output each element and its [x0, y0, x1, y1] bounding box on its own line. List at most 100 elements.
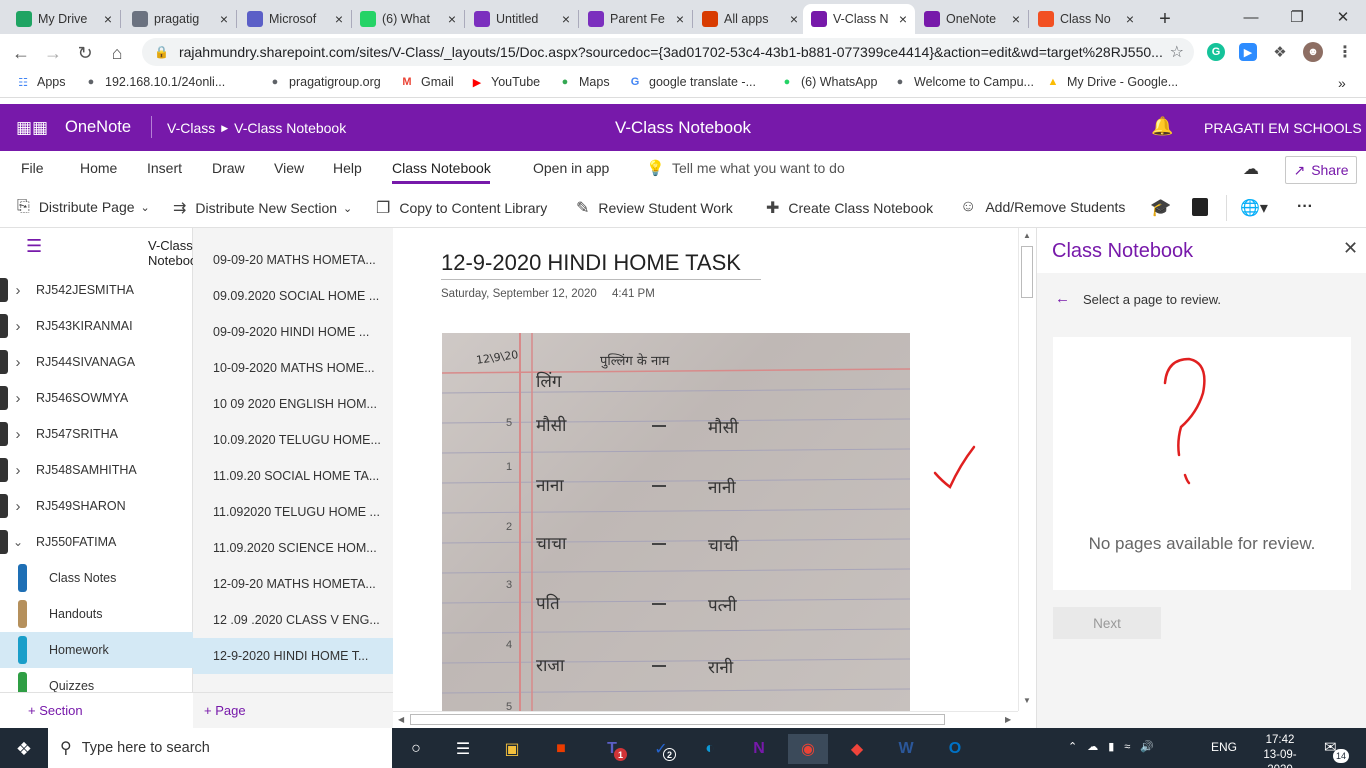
browser-tab-7[interactable]: All apps ×: [694, 4, 806, 34]
ribbon-tab-view[interactable]: View: [274, 160, 304, 176]
close-window-button[interactable]: ✕: [1320, 0, 1366, 34]
page-canvas[interactable]: 12-9-2020 HINDI HOME TASK Saturday, Sept…: [393, 228, 1036, 728]
command-distribute-new-section[interactable]: ⇉ Distribute New Section ⌄: [173, 198, 352, 218]
anydesk-icon[interactable]: ◆: [837, 734, 877, 764]
page-item[interactable]: 09-09-2020 HINDI HOME ...: [193, 314, 393, 350]
student-group-rj548samhitha[interactable]: › RJ548SAMHITHA: [0, 452, 193, 488]
bookmark-9[interactable]: ● Welcome to Campu...: [893, 75, 1034, 89]
browser-tab-4[interactable]: (6) What ×: [352, 4, 464, 34]
student-group-rj549sharon[interactable]: › RJ549SHARON: [0, 488, 193, 524]
chevron-up-icon[interactable]: ⌃: [1068, 740, 1077, 753]
student-group-rj550fatima[interactable]: ⌄ RJ550FATIMA: [0, 524, 193, 560]
add-section-button[interactable]: + Section: [28, 703, 83, 718]
close-tab-icon[interactable]: ×: [448, 11, 456, 27]
bookmark-5[interactable]: ▶ YouTube: [470, 75, 540, 89]
more-options-button[interactable]: ···: [1297, 198, 1313, 216]
sync-icon[interactable]: ☁: [1243, 159, 1259, 179]
ribbon-tab-file[interactable]: File: [21, 160, 44, 176]
ribbon-tab-help[interactable]: Help: [333, 160, 362, 176]
cortana-icon[interactable]: ○: [396, 734, 436, 764]
breadcrumb-item-site[interactable]: V-Class: [167, 120, 215, 136]
star-icon[interactable]: ☆: [1170, 42, 1184, 62]
bookmark-2[interactable]: ● 192.168.10.1/24onli...: [84, 75, 226, 89]
chrome-icon[interactable]: ◉: [788, 734, 828, 764]
breadcrumb-item-notebook[interactable]: V-Class Notebook: [234, 120, 346, 136]
student-group-rj546sowmya[interactable]: › RJ546SOWMYA: [0, 380, 193, 416]
forward-button[interactable]: →: [40, 40, 66, 66]
ribbon-tab-draw[interactable]: Draw: [212, 160, 245, 176]
vertical-scrollbar[interactable]: ▲ ▼: [1018, 228, 1035, 711]
student-group-rj544sivanaga[interactable]: › RJ544SIVANAGA: [0, 344, 193, 380]
new-tab-button[interactable]: +: [1150, 4, 1180, 34]
todo-icon[interactable]: ✓ 2: [641, 734, 681, 764]
windows-start-icon[interactable]: ❖: [4, 734, 44, 764]
page-item[interactable]: 11.092020 TELUGU HOME ...: [193, 494, 393, 530]
browser-tab-3[interactable]: Microsof ×: [239, 4, 351, 34]
bookmark-1[interactable]: ☷ Apps: [16, 75, 65, 89]
teacher-cap-icon[interactable]: 🎓: [1150, 198, 1171, 218]
profile-avatar[interactable]: ☻: [1303, 42, 1323, 62]
hamburger-menu-icon[interactable]: ☰: [26, 236, 42, 257]
browser-tab-9[interactable]: OneNote ×: [916, 4, 1028, 34]
bell-icon[interactable]: 🔔: [1151, 116, 1173, 137]
bookmark-4[interactable]: M Gmail: [400, 75, 453, 89]
grammarly-icon[interactable]: G: [1207, 43, 1225, 61]
bookmark-8[interactable]: ● (6) WhatsApp: [780, 75, 878, 89]
ribbon-tab-open-in-app[interactable]: Open in app: [533, 160, 609, 176]
browser-tab-1[interactable]: My Drive ×: [8, 4, 120, 34]
command-create-class-notebook[interactable]: ✚ Create Class Notebook: [766, 198, 933, 218]
page-item[interactable]: 10.09.2020 TELUGU HOME...: [193, 422, 393, 458]
student-group-rj543kiranmai[interactable]: › RJ543KIRANMAI: [0, 308, 193, 344]
close-panel-icon[interactable]: ✕: [1343, 238, 1358, 259]
browser-tab-10[interactable]: Class No ×: [1030, 4, 1142, 34]
page-item[interactable]: 11.09.20 SOCIAL HOME TA...: [193, 458, 393, 494]
browser-menu-icon[interactable]: ⋮: [1336, 43, 1354, 61]
globe-dropdown-icon[interactable]: 🌐▾: [1240, 198, 1268, 218]
outlook-icon[interactable]: O: [935, 734, 975, 764]
page-item[interactable]: 12-09-20 MATHS HOMETA...: [193, 566, 393, 602]
add-page-button[interactable]: + Page: [204, 703, 246, 718]
section-handouts[interactable]: Handouts: [0, 596, 193, 632]
page-item[interactable]: 10-09-2020 MATHS HOME...: [193, 350, 393, 386]
command-copy-to-content-library[interactable]: ❐ Copy to Content Library: [376, 198, 547, 218]
bookmark-3[interactable]: ● pragatigroup.org: [268, 75, 381, 89]
back-arrow-icon[interactable]: ←: [1055, 290, 1070, 307]
clock[interactable]: 17:42 13-09-2020: [1255, 733, 1305, 768]
restore-button[interactable]: ❐: [1274, 0, 1320, 34]
home-button[interactable]: ⌂: [104, 40, 130, 66]
browser-tab-6[interactable]: Parent Fe ×: [580, 4, 692, 34]
address-bar[interactable]: 🔒 rajahmundry.sharepoint.com/sites/V-Cla…: [142, 38, 1194, 66]
browser-tab-2[interactable]: pragatig ×: [124, 4, 236, 34]
extensions-icon[interactable]: ❖: [1271, 43, 1289, 61]
page-title[interactable]: 12-9-2020 HINDI HOME TASK: [441, 250, 761, 280]
wifi-icon[interactable]: ≈: [1124, 741, 1130, 753]
page-item[interactable]: 10 09 2020 ENGLISH HOM...: [193, 386, 393, 422]
page-item[interactable]: 11.09.2020 SCIENCE HOM...: [193, 530, 393, 566]
reload-button[interactable]: ↻: [72, 40, 98, 66]
next-button[interactable]: Next: [1053, 607, 1161, 639]
bookmark-6[interactable]: ● Maps: [558, 75, 610, 89]
volume-icon[interactable]: 🔊: [1140, 740, 1154, 753]
app-name[interactable]: OneNote: [65, 118, 131, 137]
student-group-rj547sritha[interactable]: › RJ547SRITHA: [0, 416, 193, 452]
command-review-student-work[interactable]: ✎ Review Student Work: [576, 198, 733, 218]
taskbar-search[interactable]: ⚲ Type here to search: [48, 728, 392, 768]
edge-icon[interactable]: ◐: [690, 734, 730, 764]
browser-tab-5[interactable]: Untitled ×: [466, 4, 578, 34]
org-name[interactable]: PRAGATI EM SCHOOLS: [1204, 120, 1362, 136]
office-icon[interactable]: ■: [541, 734, 581, 764]
close-tab-icon[interactable]: ×: [104, 11, 112, 27]
ribbon-tab-insert[interactable]: Insert: [147, 160, 182, 176]
close-tab-icon[interactable]: ×: [1126, 11, 1134, 27]
language-indicator[interactable]: ENG: [1211, 740, 1237, 754]
horizontal-scrollbar[interactable]: ◀ ▶: [393, 711, 1018, 728]
more-bookmarks-button[interactable]: »: [1338, 75, 1346, 91]
ribbon-tab-home[interactable]: Home: [80, 160, 117, 176]
ribbon-tab-class-notebook[interactable]: Class Notebook: [392, 160, 491, 176]
bookmark-7[interactable]: Ggoogle translate -...: [628, 75, 756, 89]
word-icon[interactable]: W: [886, 734, 926, 764]
minimize-button[interactable]: —: [1228, 0, 1274, 34]
app-launcher-icon[interactable]: ▦▦: [16, 118, 48, 138]
command-distribute-page[interactable]: ⎘ Distribute Page ⌄: [17, 198, 150, 216]
section-homework[interactable]: Homework: [0, 632, 193, 668]
